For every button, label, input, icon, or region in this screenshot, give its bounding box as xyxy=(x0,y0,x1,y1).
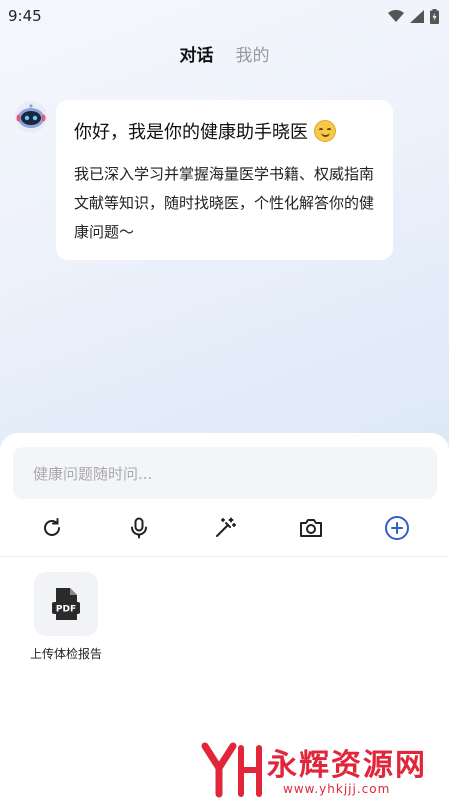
watermark-url: www.yhkjjj.com xyxy=(283,782,391,796)
wifi-icon xyxy=(388,9,404,22)
message-body: 我已深入学习并掌握海量医学书籍、权威指南文献等知识，随时找晓医，个性化解答你的健… xyxy=(74,165,375,241)
greeting-text: 你好，我是你的健康助手晓医 xyxy=(74,122,308,143)
camera-icon[interactable] xyxy=(296,513,326,543)
magic-wand-icon[interactable] xyxy=(210,513,240,543)
pdf-file-icon: PDF xyxy=(52,588,80,620)
question-input-placeholder: 健康问题随时问... xyxy=(33,464,153,483)
status-bar: 9:45 xyxy=(0,0,449,32)
greeting-line: 你好，我是你的健康助手晓医 xyxy=(74,118,375,144)
top-tabs: 对话 我的 xyxy=(0,38,449,68)
question-input[interactable]: 健康问题随时问... xyxy=(13,447,437,499)
assistant-message-bubble: 你好，我是你的健康助手晓医 我已深入学习并掌握海量医学书籍、权威指南文献等知识，… xyxy=(56,100,393,260)
upload-report-button[interactable]: PDF xyxy=(34,572,98,636)
toolbar-divider xyxy=(0,556,449,557)
pdf-icon-text: PDF xyxy=(56,605,76,615)
watermark-logo xyxy=(201,742,262,798)
watermark: 永辉资源网 www.yhkjjj.com xyxy=(197,738,449,800)
battery-icon xyxy=(430,8,439,24)
tab-mine[interactable]: 我的 xyxy=(236,41,270,66)
status-time: 9:45 xyxy=(8,7,42,25)
assistant-avatar xyxy=(15,101,47,133)
refresh-icon[interactable] xyxy=(37,513,67,543)
microphone-icon[interactable] xyxy=(124,513,154,543)
status-icons xyxy=(388,8,439,24)
upload-report-label: 上传体检报告 xyxy=(29,647,102,661)
cellular-signal-icon xyxy=(410,9,424,23)
input-toolbar xyxy=(0,507,449,549)
watermark-brand: 永辉资源网 xyxy=(267,748,427,783)
smiling-face-icon xyxy=(314,120,336,142)
tab-chat[interactable]: 对话 xyxy=(180,41,214,66)
plus-circle-icon[interactable] xyxy=(382,513,412,543)
